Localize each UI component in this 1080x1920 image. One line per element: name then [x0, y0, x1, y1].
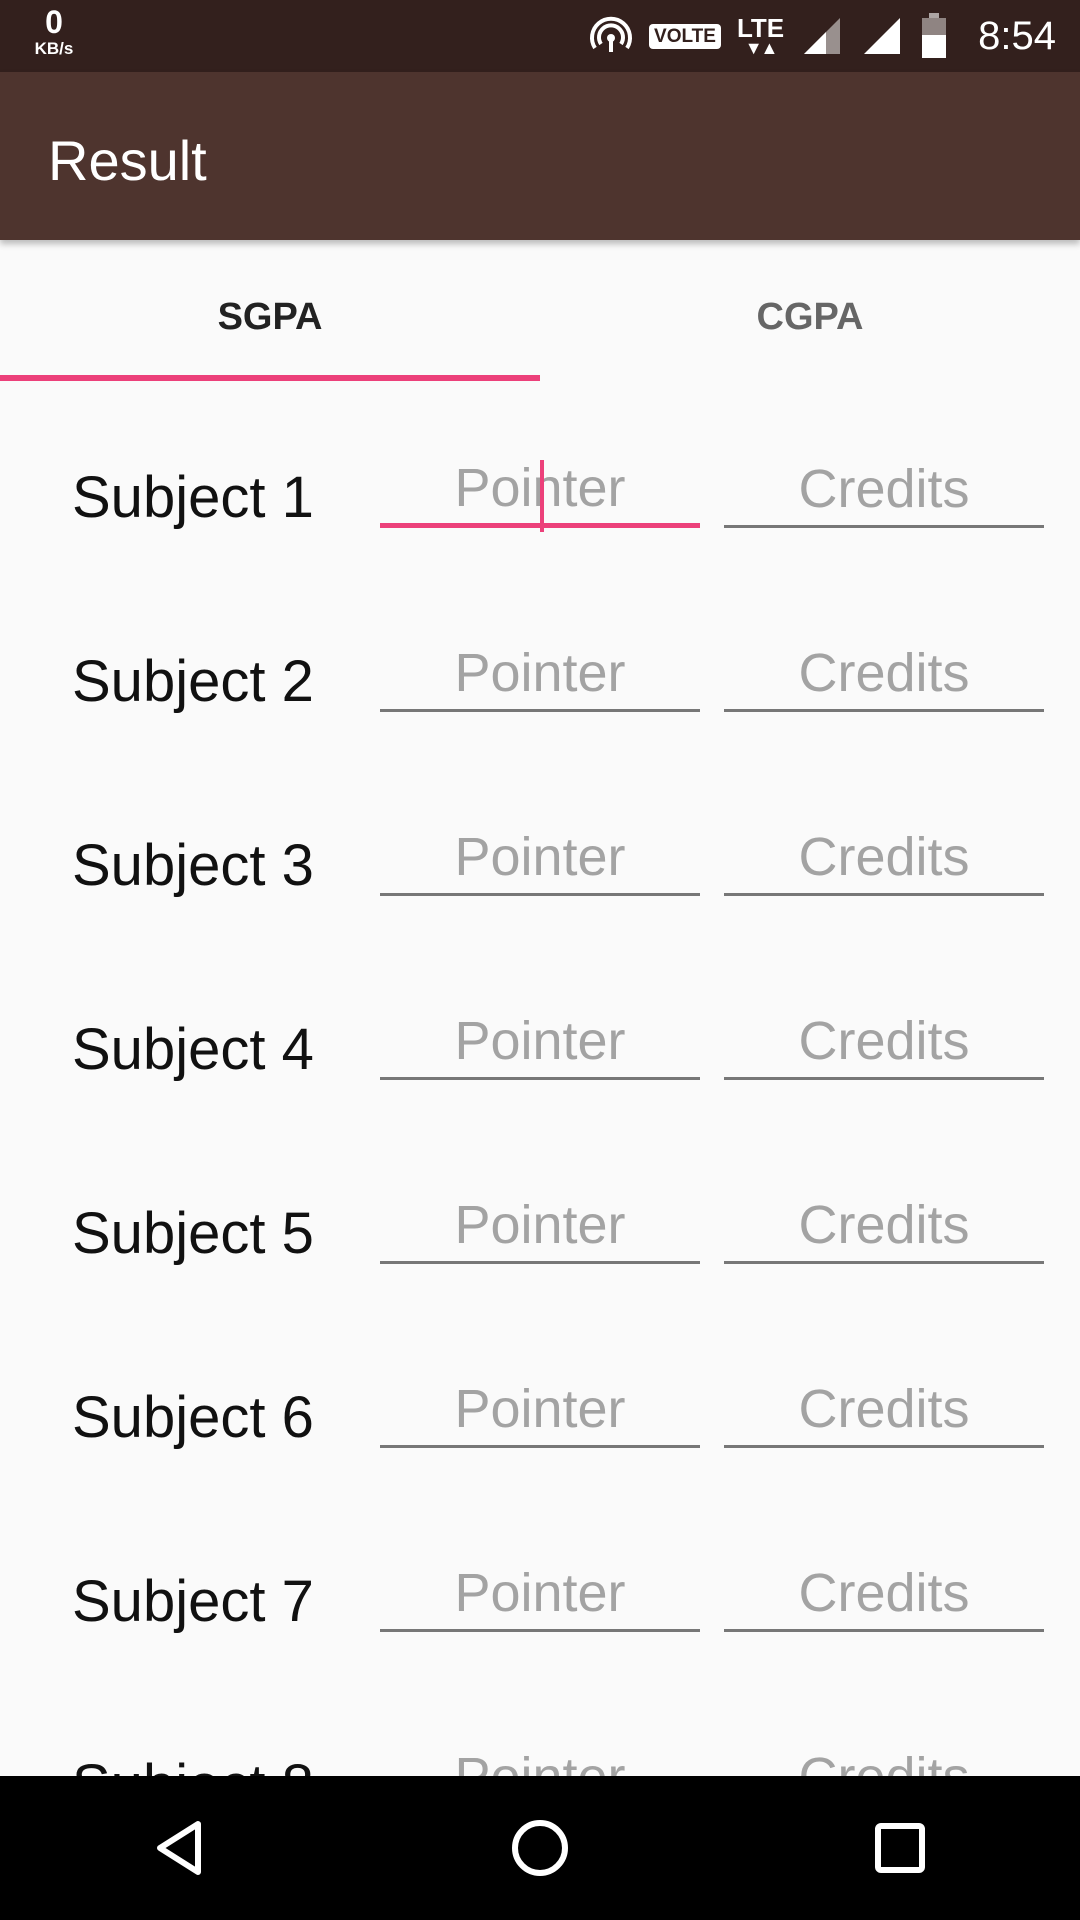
navigation-bar — [0, 1776, 1080, 1920]
pointer-input[interactable] — [380, 820, 700, 896]
pointer-input[interactable] — [380, 636, 700, 712]
subject-label: Subject 1 — [72, 465, 314, 530]
net-speed-unit: KB/s — [34, 39, 74, 58]
pointer-input[interactable] — [380, 1372, 700, 1448]
subject-row: Subject 1 — [0, 384, 1080, 568]
credits-input[interactable] — [724, 1740, 1044, 1776]
subject-label: Subject 8 — [72, 1752, 314, 1776]
subject-row: Subject 5 — [0, 1120, 1080, 1304]
net-speed-indicator: 0 KB/s — [30, 6, 78, 57]
subject-label: Subject 5 — [72, 1201, 314, 1266]
recents-button[interactable] — [840, 1788, 960, 1908]
credits-input[interactable] — [724, 1188, 1044, 1264]
signal-icon — [800, 14, 844, 58]
subject-label: Subject 3 — [72, 833, 314, 898]
clock: 8:54 — [978, 13, 1056, 58]
tab-sgpa[interactable]: SGPA — [0, 240, 540, 384]
credits-input[interactable] — [724, 1004, 1044, 1080]
page-title: Result — [48, 129, 207, 192]
subject-row: Subject 7 — [0, 1488, 1080, 1672]
subject-row: Subject 4 — [0, 936, 1080, 1120]
recents-icon — [875, 1823, 925, 1873]
pointer-input[interactable] — [380, 1740, 700, 1776]
pointer-input[interactable] — [380, 1556, 700, 1632]
pointer-input[interactable] — [380, 1188, 700, 1264]
home-icon — [512, 1820, 568, 1876]
credits-input[interactable] — [724, 452, 1044, 528]
net-speed-value: 0 — [45, 4, 63, 40]
battery-icon — [920, 13, 948, 59]
subject-label: Subject 7 — [72, 1569, 314, 1634]
subject-label: Subject 6 — [72, 1385, 314, 1450]
tab-cgpa[interactable]: CGPA — [540, 240, 1080, 384]
hotspot-icon — [589, 14, 633, 58]
subject-row: Subject 8 — [0, 1672, 1080, 1776]
tab-indicator — [0, 375, 540, 381]
screen: 0 KB/s VOLTE LTE ▼▲ 8:54 Result SGPA CGP… — [0, 0, 1080, 1920]
subject-label: Subject 4 — [72, 1017, 314, 1082]
signal-icon — [860, 14, 904, 58]
back-button[interactable] — [120, 1788, 240, 1908]
subject-row: Subject 3 — [0, 752, 1080, 936]
back-icon — [157, 1821, 201, 1875]
credits-input[interactable] — [724, 1372, 1044, 1448]
home-button[interactable] — [480, 1788, 600, 1908]
lte-data-icon: LTE ▼▲ — [737, 15, 784, 57]
text-cursor — [540, 460, 544, 532]
credits-input[interactable] — [724, 1556, 1044, 1632]
subject-list[interactable]: Subject 1 Subject 2 Subject 3 Subject 4 … — [0, 384, 1080, 1776]
status-icons: VOLTE LTE ▼▲ 8:54 — [589, 0, 1056, 72]
status-bar: 0 KB/s VOLTE LTE ▼▲ 8:54 — [0, 0, 1080, 72]
credits-input[interactable] — [724, 636, 1044, 712]
subject-row: Subject 2 — [0, 568, 1080, 752]
tab-bar: SGPA CGPA — [0, 240, 1080, 384]
subject-row: Subject 6 — [0, 1304, 1080, 1488]
subject-label: Subject 2 — [72, 649, 314, 714]
pointer-input[interactable] — [380, 1004, 700, 1080]
data-arrows-icon: ▼▲ — [744, 38, 779, 58]
volte-badge: VOLTE — [649, 23, 721, 49]
volte-icon: VOLTE — [649, 23, 721, 49]
credits-input[interactable] — [724, 820, 1044, 896]
app-bar: Result — [0, 72, 1080, 240]
